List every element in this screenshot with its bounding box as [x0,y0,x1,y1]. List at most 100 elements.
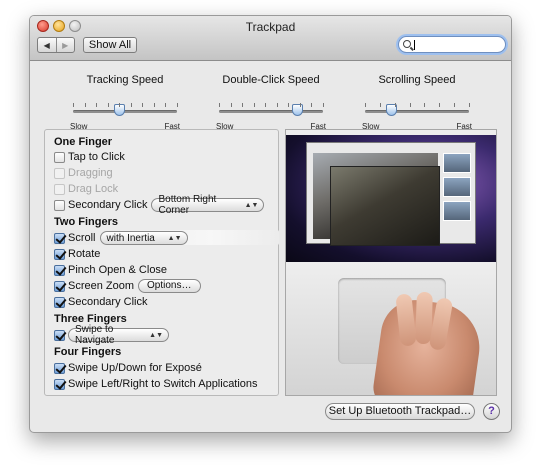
dragging-checkbox [54,167,65,179]
back-arrow-icon: ◀ [43,40,50,50]
drag-lock-option: Drag Lock [54,182,118,196]
rotate-option[interactable]: Rotate [54,247,100,261]
popup-arrows-icon: ▲▼ [244,201,259,209]
double-click-speed-slider[interactable]: Double-Click Speed Slow Fast [216,74,326,131]
secondary-click-one-finger-option[interactable]: Secondary Click Bottom Right Corner ▲▼ [54,194,265,216]
screen-zoom-option[interactable]: Screen Zoom Options… [54,279,201,293]
three-finger-swipe-option[interactable]: Swipe to Navigate ▲▼ [54,324,169,346]
expose-checkbox[interactable] [54,362,65,374]
slider-tick [231,103,232,107]
show-all-button[interactable]: Show All [83,37,137,53]
scroll-option[interactable]: Scroll with Inertia ▲▼ [54,231,188,245]
slider-tick [395,103,396,107]
slider-tick [277,103,278,107]
slider-tick [219,103,220,107]
slider-tick [154,103,155,107]
slider-track[interactable] [219,110,323,113]
gesture-options-panel: One Finger Tap to Click Dragging Drag Lo… [44,129,279,396]
window-title: Trackpad [245,20,296,34]
slider-tick [424,103,425,107]
slider-tick [142,103,143,107]
scrolling-speed-title: Scrolling Speed [378,74,456,86]
popup-value: Bottom Right Corner [158,194,217,216]
demo-thumbnail [443,153,471,173]
secondary-click-two-fingers-label: Secondary Click [68,296,148,308]
drag-lock-label: Drag Lock [68,183,119,195]
slider-tick [410,103,411,107]
slider-tick [73,103,74,107]
demo-menubar [286,130,496,135]
toolbar: Trackpad ◀ ▶ Show All [30,16,511,61]
tracking-speed-title: Tracking Speed [86,74,164,86]
help-icon[interactable]: ? [483,403,500,420]
three-finger-swipe-checkbox[interactable] [54,329,65,341]
trackpad-window: Trackpad ◀ ▶ Show All Tracking Speed Slo… [29,15,512,433]
screen-zoom-label: Screen Zoom [68,280,135,292]
scroll-checkbox[interactable] [54,232,65,244]
search-icon [403,40,411,48]
gesture-demo-video [285,129,497,396]
slider-tick [85,103,86,107]
screen-zoom-checkbox[interactable] [54,280,65,292]
slider-tick [300,103,301,107]
switch-applications-option[interactable]: Swipe Left/Right to Switch Applications [54,377,258,391]
slider-tick [254,103,255,107]
slider-tick [119,103,120,107]
popup-arrows-icon: ▲▼ [167,234,182,242]
secondary-click-one-finger-label: Secondary Click [68,199,148,211]
tap-to-click-checkbox[interactable] [54,151,65,163]
slider-tick [380,103,381,107]
dragging-option: Dragging [54,166,113,180]
slider-tick [177,103,178,107]
demo-rotating-photo [330,166,440,246]
slider-tick [323,103,324,107]
demo-thumbnail [443,177,471,197]
three-finger-swipe-popup[interactable]: Swipe to Navigate ▲▼ [68,324,169,346]
slider-tick [365,103,366,107]
set-up-bluetooth-trackpad-button[interactable]: Set Up Bluetooth Trackpad… [325,403,475,420]
tap-to-click-label: Tap to Click [68,151,125,163]
scroll-label: Scroll [68,232,96,244]
secondary-click-corner-popup[interactable]: Bottom Right Corner ▲▼ [151,194,265,216]
rotate-checkbox[interactable] [54,248,65,260]
speed-sliders: Tracking Speed Slow Fast Double-Click Sp… [30,62,511,131]
four-fingers-heading: Four Fingers [54,346,122,358]
rotate-label: Rotate [68,248,101,260]
scroll-inertia-popup[interactable]: with Inertia ▲▼ [99,231,188,245]
slider-tick [469,103,470,107]
slider-tick [439,103,440,107]
pinch-option[interactable]: Pinch Open & Close [54,263,167,277]
slider-tick [288,103,289,107]
slider-tick [454,103,455,107]
screen-zoom-options-button[interactable]: Options… [138,279,201,293]
popup-value: with Inertia [106,232,155,244]
slider-tick [131,103,132,107]
slider-track[interactable] [365,110,469,113]
secondary-click-two-fingers-option[interactable]: Secondary Click [54,295,147,309]
double-click-speed-title: Double-Click Speed [222,74,320,86]
secondary-click-two-fingers-checkbox[interactable] [54,296,65,308]
scrolling-speed-slider[interactable]: Scrolling Speed Slow Fast [362,74,472,131]
text-cursor [414,40,415,50]
slider-tick [96,103,97,107]
popup-value: Swipe to Navigate [75,324,115,346]
drag-lock-checkbox [54,183,65,195]
search-field[interactable] [398,36,506,53]
pinch-checkbox[interactable] [54,264,65,276]
popup-arrows-icon: ▲▼ [149,331,163,339]
slider-tick [165,103,166,107]
back-button[interactable]: ◀ [38,38,56,52]
slider-tick [108,103,109,107]
slider-tick [265,103,266,107]
expose-label: Swipe Up/Down for Exposé [68,362,202,374]
tracking-speed-slider[interactable]: Tracking Speed Slow Fast [70,74,180,131]
navigation-segment: ◀ ▶ [37,37,75,53]
two-fingers-heading: Two Fingers [54,216,118,228]
switch-applications-checkbox[interactable] [54,378,65,390]
forward-button[interactable]: ▶ [55,38,75,52]
expose-option[interactable]: Swipe Up/Down for Exposé [54,361,202,375]
slider-tick [242,103,243,107]
demo-trackpad-area [286,262,496,395]
secondary-click-one-finger-checkbox[interactable] [54,199,65,211]
tap-to-click-option[interactable]: Tap to Click [54,150,125,164]
